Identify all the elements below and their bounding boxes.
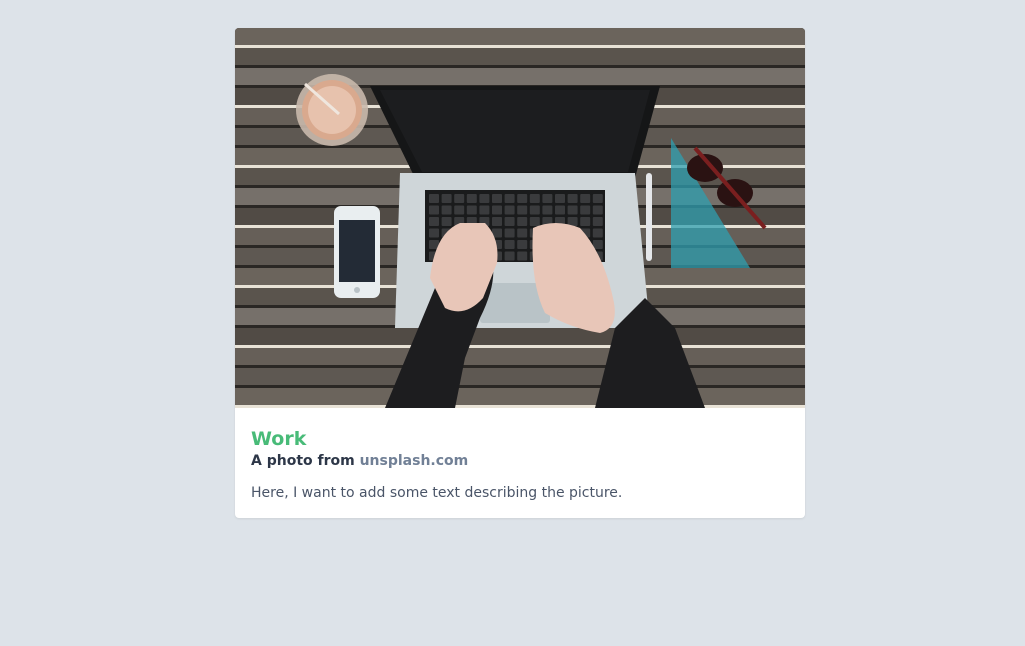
subtitle-prefix: A photo from <box>251 453 355 469</box>
card-photo <box>235 28 805 408</box>
phone <box>334 206 380 298</box>
card-subtitle: A photo from unsplash.com <box>251 451 789 471</box>
card-description: Here, I want to add some text describing… <box>251 485 623 501</box>
pen <box>646 173 652 261</box>
source-link[interactable]: unsplash.com <box>360 453 469 469</box>
card-title: Work <box>251 428 307 450</box>
laptop <box>370 86 660 328</box>
photo-card: Work A photo from unsplash.com Here, I w… <box>235 28 805 518</box>
drink-cup <box>296 74 368 146</box>
card-body: Work A photo from unsplash.com Here, I w… <box>251 428 789 517</box>
